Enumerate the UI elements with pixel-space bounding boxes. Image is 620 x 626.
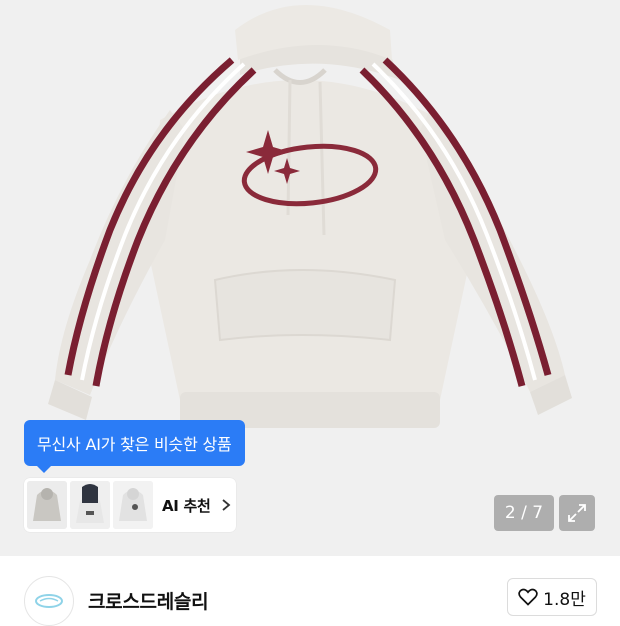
ai-recommend-button[interactable]: AI 추천 — [24, 478, 236, 532]
brand-name[interactable]: 크로스드레슬리 — [88, 587, 209, 614]
page-counter-text: 2 / 7 — [504, 503, 544, 523]
like-button[interactable]: 1.8만 — [507, 578, 597, 616]
product-image-gallery[interactable]: 무신사 AI가 찾은 비슷한 상품 AI 추천 2 / 7 — [0, 0, 620, 556]
ai-recommend-label: AI 추천 — [162, 496, 211, 515]
heart-icon — [518, 588, 538, 606]
ai-recommendation-tooltip: 무신사 AI가 찾은 비슷한 상품 — [24, 420, 245, 473]
brand-logo[interactable] — [24, 576, 74, 626]
expand-icon — [568, 504, 586, 522]
ai-tooltip-text: 무신사 AI가 찾은 비슷한 상품 — [37, 435, 232, 454]
similar-item-thumbnail[interactable] — [70, 481, 110, 529]
product-page: 무신사 AI가 찾은 비슷한 상품 AI 추천 2 / 7 크로스드레슬리 1.… — [0, 0, 620, 626]
similar-item-thumbnail[interactable] — [113, 481, 153, 529]
image-page-counter: 2 / 7 — [494, 495, 554, 531]
like-count: 1.8만 — [543, 589, 586, 610]
similar-item-thumbnail[interactable] — [27, 481, 67, 529]
chevron-right-icon — [221, 499, 230, 511]
brand-logo-icon — [35, 594, 63, 608]
product-image[interactable] — [0, 0, 620, 556]
expand-image-button[interactable] — [559, 495, 595, 531]
seller-row: 크로스드레슬리 1.8만 — [0, 556, 620, 626]
tooltip-tail — [36, 465, 52, 473]
